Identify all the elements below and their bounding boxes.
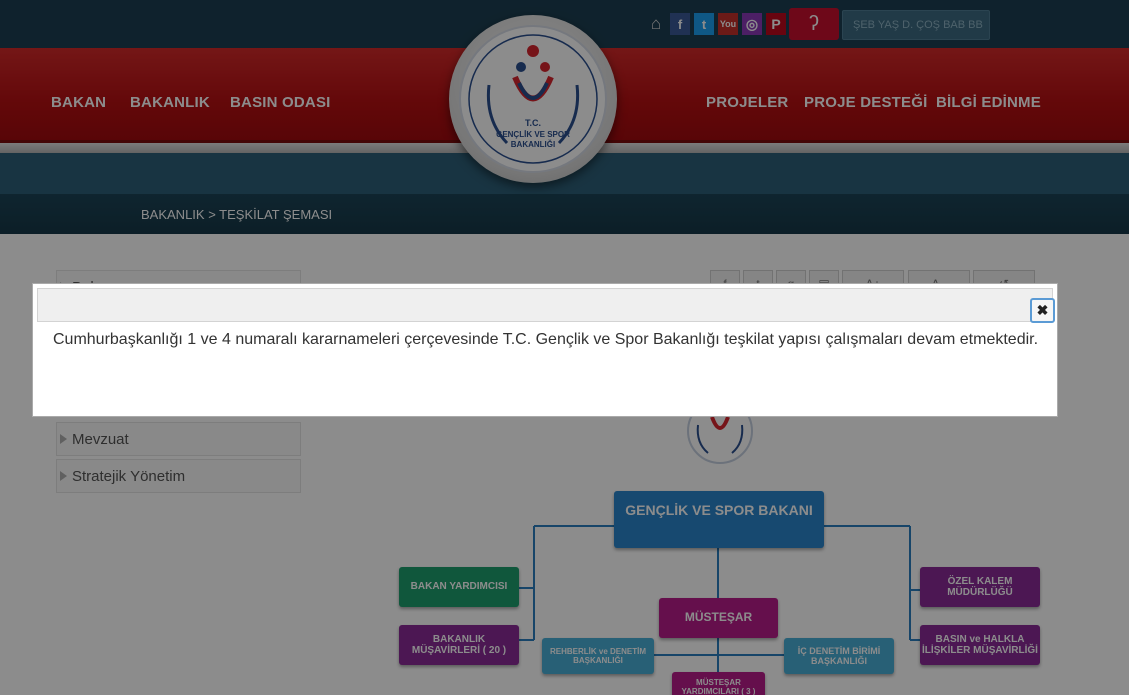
close-button[interactable]: ✖ xyxy=(1030,298,1055,323)
page: ⌂ f t You ◎ P ʔ ŞEB YAŞ D. ÇOŞ BAB BB BA… xyxy=(0,0,1129,695)
info-dialog: ✖ Cumhurbaşkanlığı 1 ve 4 numaralı karar… xyxy=(32,283,1058,417)
close-icon: ✖ xyxy=(1036,302,1049,318)
dialog-header: ✖ xyxy=(37,288,1055,323)
dialog-message: Cumhurbaşkanlığı 1 ve 4 numaralı kararna… xyxy=(53,331,1039,348)
